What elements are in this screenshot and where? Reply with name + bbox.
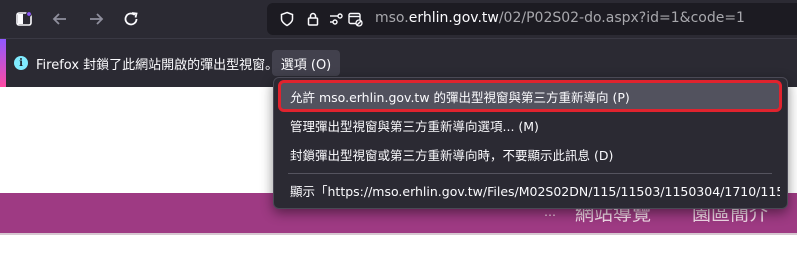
info-icon: i [14, 56, 28, 70]
forward-arrow-icon[interactable] [84, 7, 108, 31]
menu-item-allow-popups[interactable]: 允許 mso.erhlin.gov.tw 的彈出型視窗與第三方重新導向 (P) [278, 80, 782, 112]
reload-icon[interactable] [119, 7, 143, 31]
notification-message: Firefox 封鎖了此網站開啟的彈出型視窗。 [36, 58, 279, 73]
url-host: erhlin.gov.tw [408, 10, 499, 26]
lock-icon[interactable] [305, 11, 321, 27]
notification-accent [0, 39, 6, 87]
url-prefix: mso. [375, 10, 409, 26]
url-text[interactable]: mso.erhlin.gov.tw/02/P02S02-do.aspx?id=1… [375, 10, 745, 26]
popup-options-menu: 允許 mso.erhlin.gov.tw 的彈出型視窗與第三方重新導向 (P) … [273, 77, 788, 209]
browser-toolbar: mso.erhlin.gov.tw/02/P02S02-do.aspx?id=1… [0, 0, 797, 38]
menu-item-show-popup-link[interactable]: 顯示「https://mso.erhlin.gov.tw/Files/M02S0… [280, 176, 780, 204]
menu-item-manage-popups[interactable]: 管理彈出型視窗與第三方重新導向選項... (M) [280, 111, 780, 139]
sidebar-toggle-icon[interactable] [12, 7, 36, 31]
options-button[interactable]: 選項 (O) [272, 50, 340, 76]
back-arrow-icon[interactable] [48, 7, 72, 31]
url-bar[interactable]: mso.erhlin.gov.tw/02/P02S02-do.aspx?id=1… [267, 3, 797, 35]
url-path: /02/P02S02-do.aspx?id=1&code=1 [498, 10, 745, 26]
permissions-icon[interactable] [329, 11, 345, 27]
popup-blocked-icon[interactable] [347, 11, 363, 27]
header-divider [0, 233, 797, 235]
menu-item-dont-show-message[interactable]: 封鎖彈出型視窗或第三方重新導向時，不要顯示此訊息 (D) [280, 140, 780, 168]
tracking-protection-shield-icon[interactable] [279, 11, 295, 27]
menu-separator [288, 173, 772, 174]
